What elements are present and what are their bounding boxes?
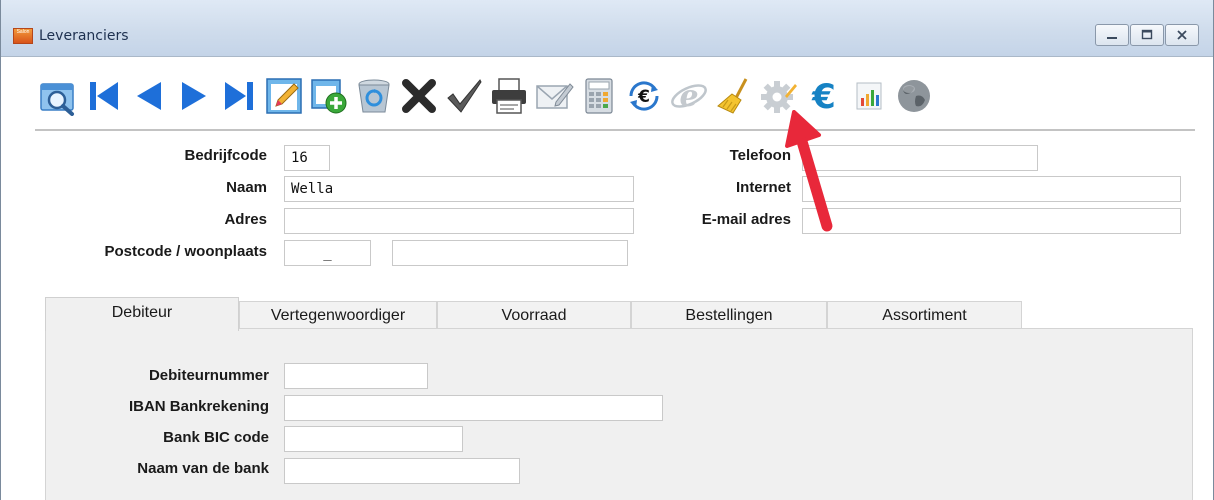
- settings-icon: [761, 81, 797, 113]
- first-record-icon: [90, 82, 118, 110]
- broom-button[interactable]: [712, 74, 756, 118]
- minimize-button[interactable]: [1095, 24, 1129, 46]
- telefoon-field[interactable]: [802, 145, 1038, 171]
- previous-record-icon: [137, 82, 161, 110]
- recycle-bin-icon: [358, 79, 390, 113]
- search-button[interactable]: [37, 74, 81, 118]
- minimize-icon: [1107, 37, 1117, 39]
- telefoon-label: Telefoon: [729, 147, 791, 164]
- debiteurnummer-field[interactable]: [284, 363, 428, 389]
- globe-button[interactable]: [892, 74, 936, 118]
- first-record-button[interactable]: [82, 74, 126, 118]
- close-icon: [1177, 30, 1187, 40]
- search-icon: [40, 83, 74, 116]
- adres-label: Adres: [224, 211, 267, 228]
- euro-button[interactable]: €: [802, 74, 846, 118]
- bic-field[interactable]: [284, 426, 463, 452]
- naam-field[interactable]: [284, 176, 634, 202]
- edit-button[interactable]: [262, 74, 306, 118]
- postcode-woonplaats-label: Postcode / woonplaats: [104, 243, 267, 260]
- calculator-icon: [585, 78, 613, 114]
- toolbar: € e €: [37, 72, 937, 120]
- leveranciers-window: Salon Leveranciers € e € Bedrijfcode 16 …: [0, 0, 1214, 500]
- bedrijfcode-label: Bedrijfcode: [184, 147, 267, 164]
- iban-label: IBAN Bankrekening: [128, 398, 269, 415]
- tab-vertegenwoordiger[interactable]: Vertegenwoordiger: [239, 301, 437, 329]
- confirm-button[interactable]: [442, 74, 486, 118]
- adres-field[interactable]: [284, 208, 634, 234]
- email-label: E-mail adres: [701, 211, 791, 228]
- internet-explorer-button[interactable]: e: [667, 74, 711, 118]
- bank-naam-label: Naam van de bank: [137, 460, 269, 477]
- tab-debiteur[interactable]: Debiteur: [45, 297, 239, 331]
- svg-text:€: €: [811, 77, 836, 116]
- confirm-icon: [447, 79, 482, 113]
- bedrijfcode-field[interactable]: [284, 145, 330, 171]
- print-icon: [492, 78, 526, 114]
- euro-refresh-icon: €: [629, 81, 659, 111]
- calculator-button[interactable]: [577, 74, 621, 118]
- tab-assortiment[interactable]: Assortiment: [827, 301, 1022, 329]
- delete-icon: [402, 79, 436, 113]
- internet-explorer-icon: e: [671, 79, 707, 114]
- recycle-bin-button[interactable]: [352, 74, 396, 118]
- broom-icon: [717, 78, 748, 114]
- euro-refresh-button[interactable]: €: [622, 74, 666, 118]
- title-bar[interactable]: Salon Leveranciers: [1, 0, 1213, 57]
- bank-naam-field[interactable]: [284, 458, 520, 484]
- toolbar-divider: [35, 129, 1195, 131]
- maximize-button[interactable]: [1130, 24, 1164, 46]
- email-icon: [536, 83, 574, 109]
- email-button[interactable]: [532, 74, 576, 118]
- globe-icon: [898, 80, 930, 112]
- bar-chart-icon: [856, 82, 882, 110]
- tab-bestellingen[interactable]: Bestellingen: [631, 301, 827, 329]
- tab-voorraad[interactable]: Voorraad: [437, 301, 631, 329]
- svg-text:€: €: [637, 87, 650, 107]
- last-record-icon: [225, 82, 253, 110]
- euro-icon: €: [811, 77, 836, 116]
- iban-field[interactable]: [284, 395, 663, 421]
- last-record-button[interactable]: [217, 74, 261, 118]
- new-record-button[interactable]: [307, 74, 351, 118]
- internet-field[interactable]: [802, 176, 1181, 202]
- next-record-button[interactable]: [172, 74, 216, 118]
- new-record-icon: [311, 79, 347, 114]
- bic-label: Bank BIC code: [163, 429, 269, 446]
- app-logo: Salon: [13, 28, 33, 44]
- settings-button[interactable]: [757, 74, 801, 118]
- print-button[interactable]: [487, 74, 531, 118]
- postcode-field[interactable]: [284, 240, 371, 266]
- svg-text:e: e: [679, 79, 698, 114]
- naam-label: Naam: [226, 179, 267, 196]
- delete-button[interactable]: [397, 74, 441, 118]
- internet-label: Internet: [735, 179, 791, 196]
- next-record-icon: [182, 82, 206, 110]
- bar-chart-button[interactable]: [847, 74, 891, 118]
- woonplaats-field[interactable]: [392, 240, 628, 266]
- debiteurnummer-label: Debiteurnummer: [148, 367, 269, 384]
- email-field[interactable]: [802, 208, 1181, 234]
- window-title: Leveranciers: [39, 28, 129, 44]
- edit-icon: [266, 78, 302, 114]
- close-button[interactable]: [1165, 24, 1199, 46]
- previous-record-button[interactable]: [127, 74, 171, 118]
- maximize-icon: [1141, 29, 1153, 40]
